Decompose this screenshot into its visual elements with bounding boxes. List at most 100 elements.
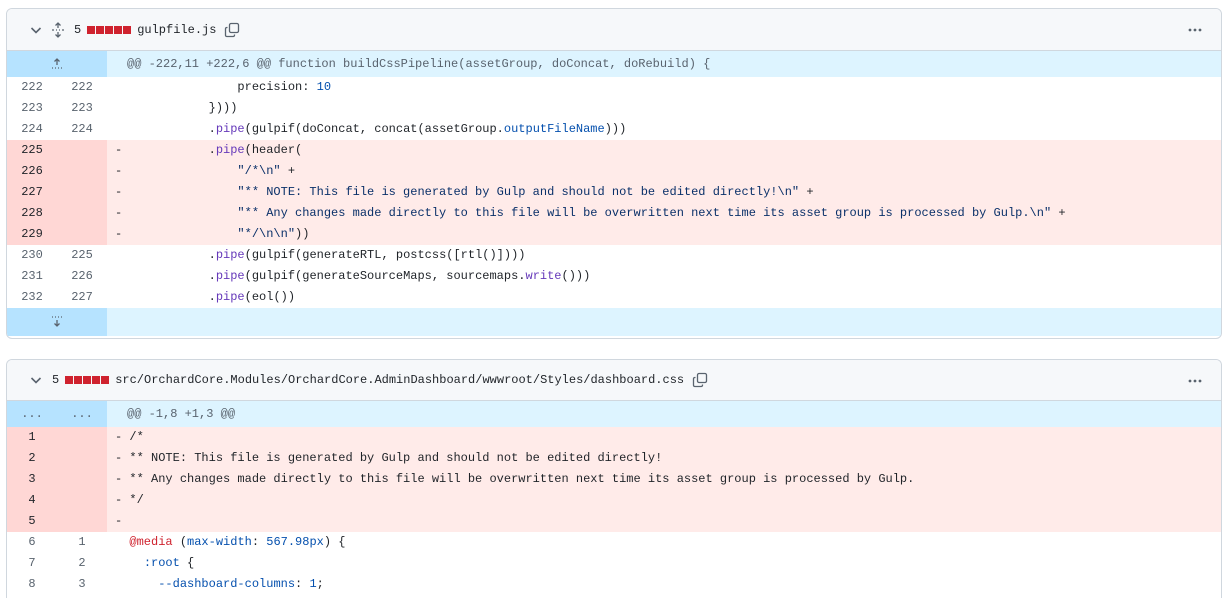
old-line-number[interactable]: 224 [7, 119, 57, 140]
code-token: pipe [215, 143, 245, 157]
old-line-number[interactable]: 223 [7, 98, 57, 119]
code-line: --dashboard-columns: 1; [107, 574, 1221, 595]
new-line-number[interactable] [57, 490, 107, 511]
new-line-number[interactable] [57, 448, 107, 469]
new-line-number[interactable]: 3 [57, 574, 107, 595]
old-line-number[interactable]: 1 [7, 427, 57, 448]
code-token: precision: [122, 80, 317, 94]
old-line-number[interactable]: 229 [7, 224, 57, 245]
code-token: "** Any changes made directly to this fi… [237, 206, 1052, 220]
code-token: 567.98px [266, 535, 324, 549]
context-line: 83 --dashboard-columns: 1; [7, 574, 1221, 595]
new-line-number[interactable]: 227 [57, 287, 107, 308]
new-line-number[interactable]: 222 [57, 77, 107, 98]
change-count: 5 [52, 373, 60, 387]
code-token: "** NOTE: This file is generated by Gulp… [237, 185, 800, 199]
code-line: - "** Any changes made directly to this … [107, 203, 1221, 224]
code-token: :root [143, 556, 180, 570]
old-line-number[interactable]: 2 [7, 448, 57, 469]
new-line-number[interactable]: 223 [57, 98, 107, 119]
code-line: - "*/\n\n")) [107, 224, 1221, 245]
code-token: . [122, 143, 216, 157]
code-token: (gulpif(generateRTL, postcss([rtl()]))) [244, 248, 526, 262]
chevron-down-icon[interactable] [28, 22, 44, 38]
old-line-number[interactable]: 5 [7, 511, 57, 532]
code-token: }))) [122, 101, 238, 115]
code-line: - .pipe(header( [107, 140, 1221, 161]
new-line-number[interactable] [57, 161, 107, 182]
code-token: "*/\n\n" [237, 227, 296, 241]
old-line-number[interactable]: 8 [7, 574, 57, 595]
new-line-number[interactable]: 226 [57, 266, 107, 287]
code-line: .pipe(eol()) [107, 287, 1221, 308]
code-line: }))) [107, 98, 1221, 119]
deleted-line: 227 - "** NOTE: This file is generated by… [7, 182, 1221, 203]
old-line-number[interactable]: 228 [7, 203, 57, 224]
new-line-number[interactable] [57, 224, 107, 245]
code-token: "/*\n" [237, 164, 281, 178]
code-token: ) { [323, 535, 346, 549]
deleted-line: 229 - "*/\n\n")) [7, 224, 1221, 245]
chevron-down-icon[interactable] [28, 372, 44, 388]
old-line-number[interactable]: 226 [7, 161, 57, 182]
file-name-link[interactable]: gulpfile.js [137, 23, 216, 37]
code-line: - */ [107, 490, 1221, 511]
code-token: + [280, 164, 296, 178]
old-line-number[interactable]: 222 [7, 77, 57, 98]
new-line-number[interactable] [57, 469, 107, 490]
code-token: ())) [561, 269, 591, 283]
new-line-number[interactable]: 225 [57, 245, 107, 266]
old-line-number[interactable]: 227 [7, 182, 57, 203]
copy-icon[interactable] [692, 372, 708, 388]
kebab-horizontal-icon[interactable] [1187, 22, 1203, 38]
unfold-icon[interactable] [50, 21, 66, 38]
hunk-header-text: @@ -1,8 +1,3 @@ [107, 401, 1221, 427]
old-line-number[interactable]: 7 [7, 553, 57, 574]
code-token: + [799, 185, 814, 199]
deleted-line: 225 - .pipe(header( [7, 140, 1221, 161]
new-line-number[interactable] [57, 203, 107, 224]
code-line: precision: 10 [107, 77, 1221, 98]
code-line: - "** NOTE: This file is generated by Gu… [107, 182, 1221, 203]
new-line-number[interactable]: 224 [57, 119, 107, 140]
code-token: 10 [316, 80, 332, 94]
code-token: . [122, 290, 216, 304]
context-line: 72 :root { [7, 553, 1221, 574]
hunk-gutter: ... ... [7, 401, 107, 427]
deleted-line: 3 - ** Any changes made directly to this … [7, 469, 1221, 490]
expand-down-button[interactable] [7, 308, 107, 336]
code-line: - [107, 511, 1221, 532]
code-line: - "/*\n" + [107, 161, 1221, 182]
context-line: 230 225 .pipe(gulpif(generateRTL, postcss… [7, 245, 1221, 266]
old-line-number[interactable]: 6 [7, 532, 57, 553]
old-line-number[interactable]: 232 [7, 287, 57, 308]
new-line-number[interactable]: 2 [57, 553, 107, 574]
old-line-number[interactable]: 4 [7, 490, 57, 511]
new-line-number[interactable] [57, 140, 107, 161]
new-line-number[interactable] [57, 182, 107, 203]
code-token: : [251, 535, 267, 549]
diffstat [87, 25, 132, 34]
new-line-number[interactable]: 1 [57, 532, 107, 553]
code-token: + [1051, 206, 1066, 220]
old-line-number[interactable]: 3 [7, 469, 57, 490]
code-token: (gulpif(doConcat, concat(assetGroup. [244, 122, 504, 136]
code-line: - ** NOTE: This file is generated by Gul… [107, 448, 1221, 469]
file-name-link[interactable]: src/OrchardCore.Modules/OrchardCore.Admi… [115, 373, 684, 387]
old-line-number[interactable]: 225 [7, 140, 57, 161]
new-line-number[interactable] [57, 427, 107, 448]
kebab-horizontal-icon[interactable] [1187, 373, 1203, 389]
old-line-number[interactable]: 230 [7, 245, 57, 266]
copy-icon[interactable] [224, 22, 240, 38]
code-token: . [122, 122, 216, 136]
expand-up-button[interactable] [7, 51, 107, 77]
file-header: 5 gulpfile.js [7, 9, 1221, 51]
new-line-number[interactable] [57, 511, 107, 532]
code-token: { [179, 556, 195, 570]
old-line-number[interactable]: 231 [7, 266, 57, 287]
